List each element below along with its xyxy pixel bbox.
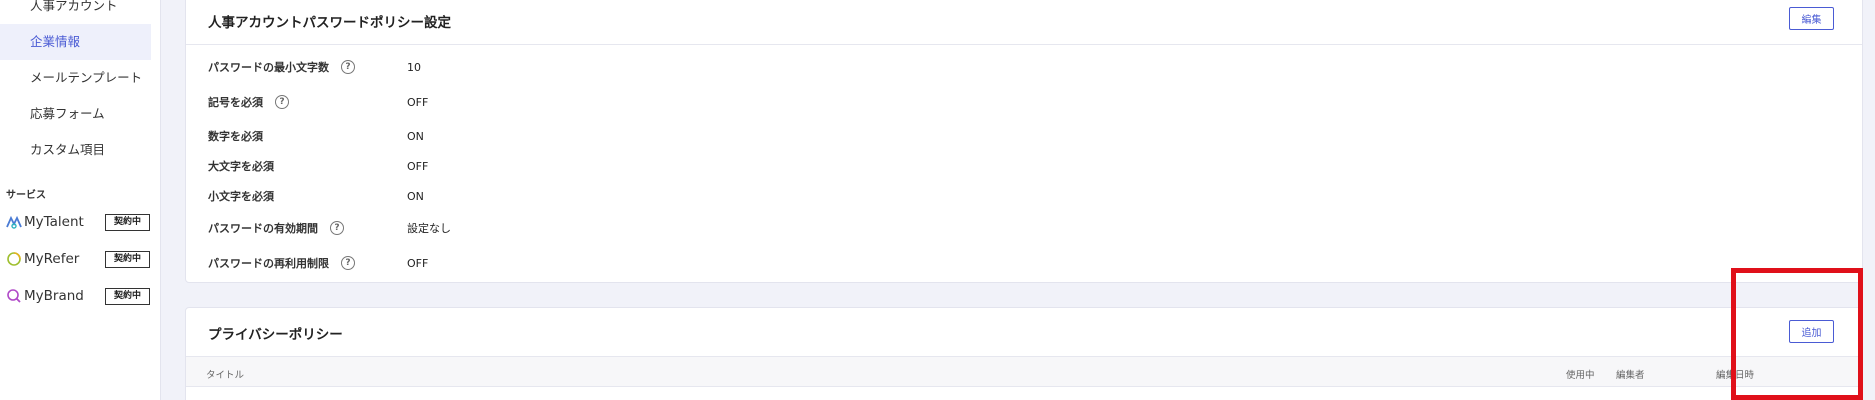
- column-header-editor[interactable]: 編集者: [1616, 367, 1645, 381]
- policy-row-label: 小文字を必須: [208, 188, 407, 204]
- sidebar-item-company-info[interactable]: 企業情報: [0, 24, 151, 60]
- help-icon[interactable]: ?: [275, 95, 289, 109]
- sidebar-item-hr-account[interactable]: 人事アカウント: [0, 0, 151, 24]
- password-policy-card: 人事アカウントパスワードポリシー設定 編集 パスワードの最小文字数 ? 10 記…: [185, 0, 1863, 283]
- service-myrefer[interactable]: MyRefer 契約中: [6, 248, 150, 270]
- edit-button[interactable]: 編集: [1789, 7, 1834, 30]
- policy-row-value: 10: [407, 60, 421, 74]
- policy-row-value: ON: [407, 189, 424, 203]
- help-icon[interactable]: ?: [341, 60, 355, 74]
- service-mybrand[interactable]: MyBrand 契約中: [6, 285, 150, 307]
- policy-label-text: パスワードの最小文字数: [208, 61, 329, 74]
- policy-label-text: パスワードの有効期間: [208, 222, 318, 235]
- policy-row-number: 数字を必須 ON: [208, 127, 424, 145]
- sidebar: 人事アカウント 企業情報 メールテンプレート 応募フォーム カスタム項目 サービ…: [0, 0, 161, 400]
- sidebar-item-custom-fields[interactable]: カスタム項目: [0, 132, 151, 168]
- policy-row-value: OFF: [407, 159, 429, 173]
- service-name: MyBrand: [24, 288, 84, 304]
- policy-row-reuse: パスワードの再利用制限 ? OFF: [208, 254, 428, 272]
- policy-row-label: 数字を必須: [208, 128, 407, 144]
- policy-row-label: 記号を必須 ?: [208, 94, 407, 110]
- help-icon[interactable]: ?: [341, 256, 355, 270]
- policy-row-lowercase: 小文字を必須 ON: [208, 187, 424, 205]
- help-icon[interactable]: ?: [330, 221, 344, 235]
- policy-row-value: ON: [407, 129, 424, 143]
- policy-row-label: 大文字を必須: [208, 158, 407, 174]
- policy-row-value: OFF: [407, 256, 429, 270]
- service-name: MyTalent: [24, 214, 84, 230]
- contract-status-badge: 契約中: [104, 250, 150, 268]
- policy-label-text: 数字を必須: [208, 130, 263, 143]
- add-button[interactable]: 追加: [1789, 320, 1834, 343]
- mytalent-logo-icon: [6, 214, 22, 230]
- services-section-label: サービス: [6, 190, 46, 201]
- column-header-title[interactable]: タイトル: [206, 367, 244, 381]
- service-mytalent[interactable]: MyTalent 契約中: [6, 211, 150, 233]
- sidebar-item-mail-template[interactable]: メールテンプレート: [0, 60, 151, 96]
- policy-row-label: パスワードの再利用制限 ?: [208, 255, 407, 271]
- policy-row-label: パスワードの有効期間 ?: [208, 220, 407, 236]
- contract-status-badge: 契約中: [104, 287, 150, 305]
- policy-row-label: パスワードの最小文字数 ?: [208, 59, 407, 75]
- password-policy-title: 人事アカウントパスワードポリシー設定: [208, 15, 451, 31]
- policy-label-text: 記号を必須: [208, 96, 263, 109]
- divider: [186, 44, 1862, 45]
- column-header-in-use[interactable]: 使用中: [1566, 367, 1595, 381]
- contract-status-badge: 契約中: [104, 213, 150, 231]
- policy-row-uppercase: 大文字を必須 OFF: [208, 157, 428, 175]
- table-header: タイトル 使用中 編集者 編集日時: [186, 356, 1862, 387]
- policy-row-expiration: パスワードの有効期間 ? 設定なし: [208, 219, 451, 237]
- policy-row-value: 設定なし: [407, 222, 451, 235]
- policy-label-text: 小文字を必須: [208, 190, 274, 203]
- policy-row-symbol: 記号を必須 ? OFF: [208, 93, 428, 111]
- policy-row-value: OFF: [407, 95, 429, 109]
- mybrand-logo-icon: [6, 288, 22, 304]
- column-header-edited-at[interactable]: 編集日時: [1716, 367, 1754, 381]
- sidebar-item-application-form[interactable]: 応募フォーム: [0, 96, 151, 132]
- policy-label-text: 大文字を必須: [208, 160, 274, 173]
- service-name: MyRefer: [24, 251, 80, 267]
- privacy-policy-title: プライバシーポリシー: [208, 327, 343, 343]
- privacy-policy-card: プライバシーポリシー 追加 タイトル 使用中 編集者 編集日時: [185, 307, 1863, 400]
- policy-row-min-length: パスワードの最小文字数 ? 10: [208, 58, 421, 76]
- policy-label-text: パスワードの再利用制限: [208, 257, 329, 270]
- myrefer-logo-icon: [6, 251, 22, 267]
